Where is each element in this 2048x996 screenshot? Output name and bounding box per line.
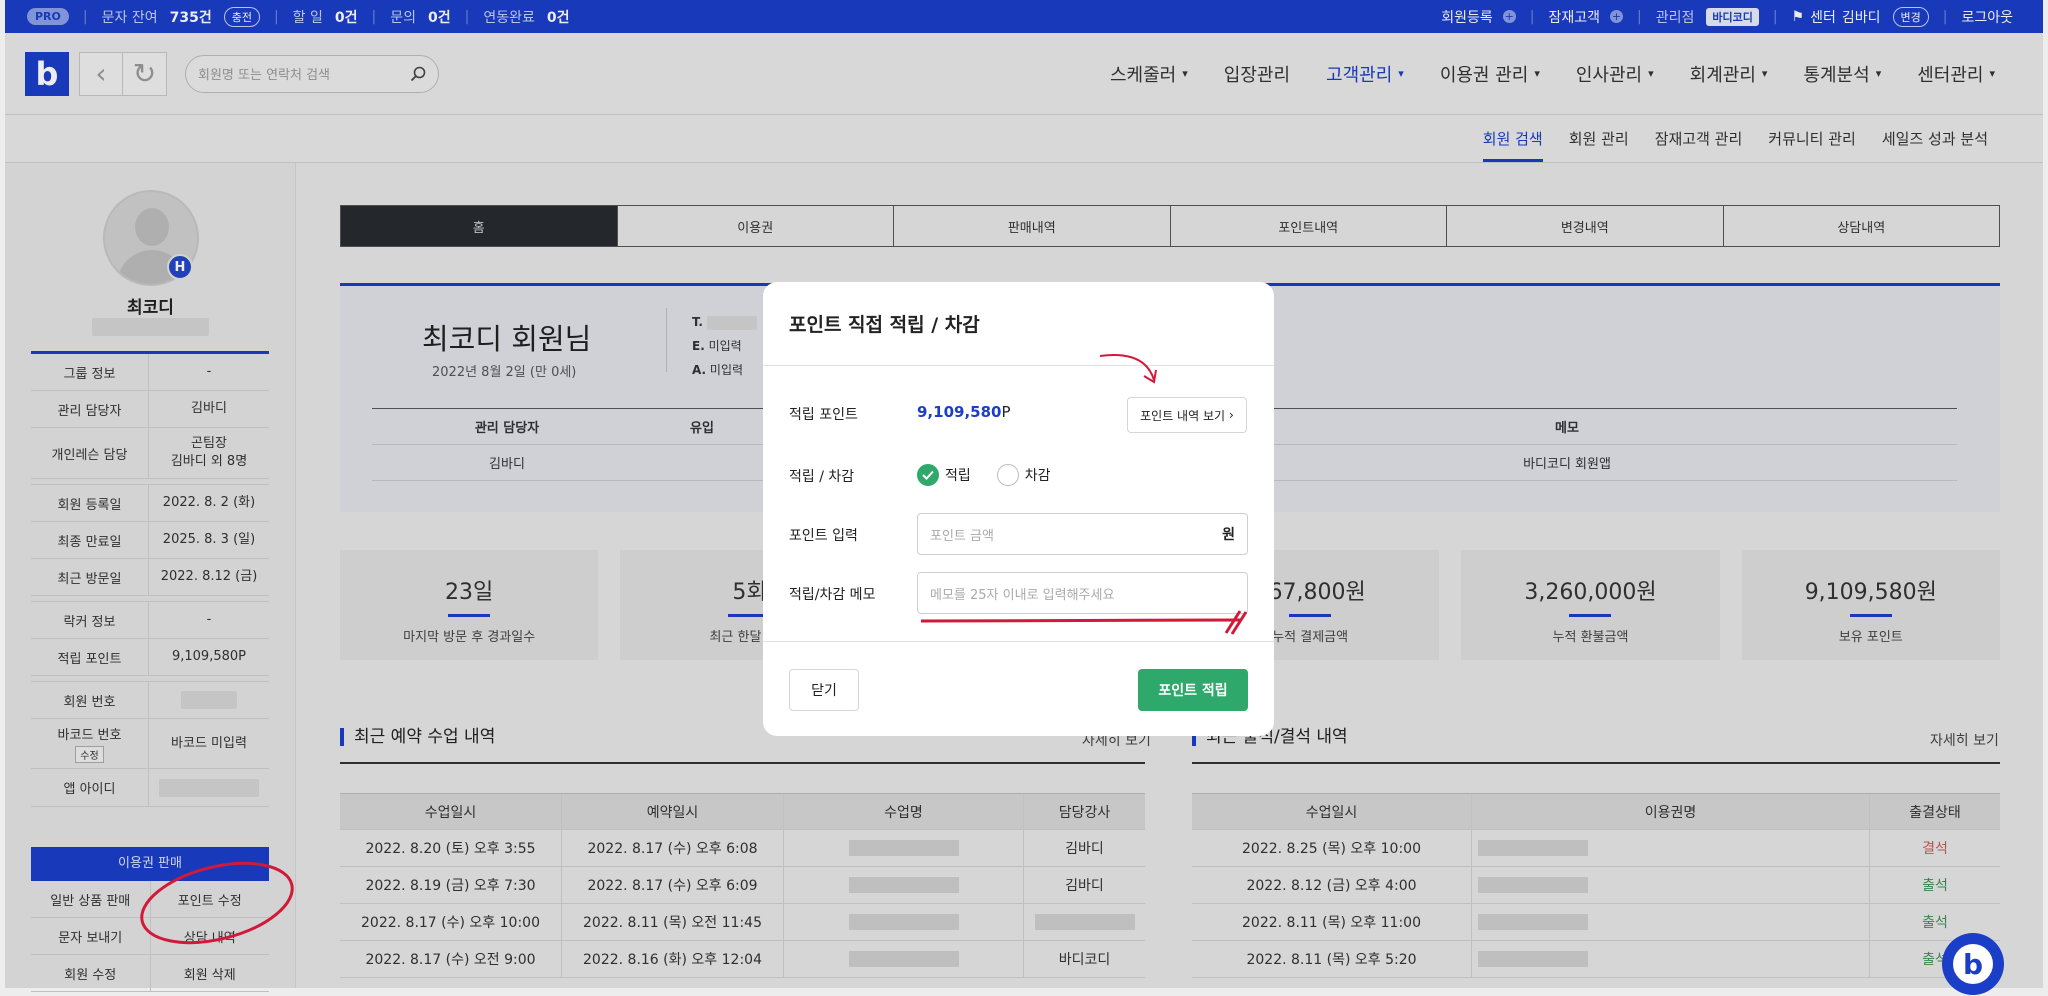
close-button[interactable]: 닫기	[789, 669, 859, 711]
type-label: 적립 / 차감	[789, 469, 855, 485]
submit-points-button[interactable]: 포인트 적립	[1138, 669, 1248, 711]
amount-placeholder: 포인트 금액	[930, 528, 994, 544]
point-history-button[interactable]: 포인트 내역 보기 ›	[1127, 397, 1247, 433]
memo-label: 적립/차감 메모	[789, 587, 876, 603]
points-value: 9,109,580P	[917, 403, 1011, 421]
radio-subtract[interactable]	[996, 464, 1019, 486]
points-unit: P	[1001, 403, 1011, 421]
point-history-label: 포인트 내역 보기	[1140, 408, 1226, 423]
radio-subtract-label[interactable]: 차감	[1025, 465, 1051, 485]
chat-fab-label: b	[1953, 944, 1993, 984]
type-radio-group: 적립 차감	[917, 464, 1051, 486]
check-icon	[922, 470, 934, 480]
radio-add-label[interactable]: 적립	[945, 465, 971, 485]
memo-input[interactable]: 메모를 25자 이내로 입력해주세요	[917, 572, 1248, 614]
points-number: 9,109,580	[917, 403, 1002, 421]
memo-placeholder: 메모를 25자 이내로 입력해주세요	[930, 587, 1115, 603]
modal-title: 포인트 직접 적립 / 차감	[789, 314, 980, 336]
point-amount-input[interactable]: 포인트 금액 원	[917, 513, 1248, 555]
points-label: 적립 포인트	[789, 407, 858, 423]
amount-label: 포인트 입력	[789, 528, 858, 544]
chevron-right-icon: ›	[1229, 408, 1234, 422]
point-adjust-modal: 포인트 직접 적립 / 차감 적립 포인트 9,109,580P 포인트 내역 …	[763, 282, 1274, 736]
chat-fab-button[interactable]: b	[1942, 933, 2004, 995]
radio-add[interactable]	[917, 464, 939, 486]
amount-unit: 원	[1222, 527, 1235, 543]
